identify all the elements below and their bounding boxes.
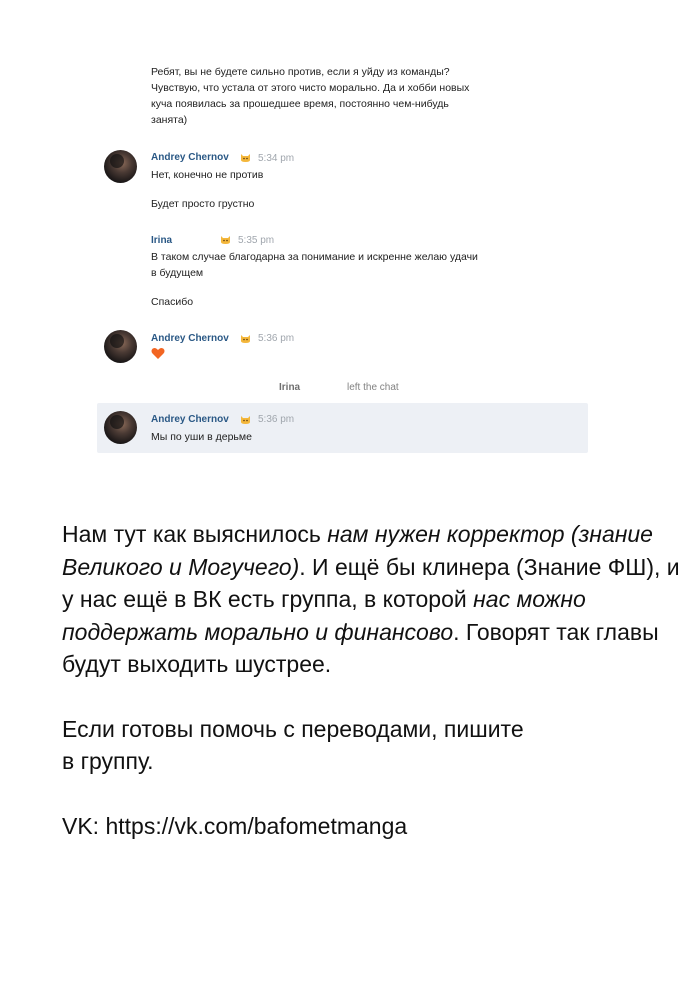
service-action: left the chat [347,382,399,393]
service-author[interactable]: Irina [279,382,300,393]
message-line: Ребят, вы не будете сильно против, если … [151,66,450,78]
cat-icon [240,334,251,344]
message-time: 5:34 pm [258,153,295,164]
avatar[interactable] [104,150,137,183]
chat-screenshot: Ребят, вы не будете сильно против, если … [0,0,700,460]
notice-text: Нам тут как выяснилось нам нужен коррект… [62,518,682,842]
author-name[interactable]: Andrey Chernov [151,333,229,344]
author-name[interactable]: Andrey Chernov [151,152,229,163]
highlighted-message[interactable] [97,403,588,453]
message-time: 5:36 pm [258,414,295,425]
notice-paragraph-2: Если готовы помочь с переводами, пишите … [62,715,524,775]
author-name[interactable]: Irina [151,235,172,246]
notice-paragraph-1: Нам тут как выяснилось нам нужен коррект… [62,518,682,681]
cat-icon [220,235,231,245]
message-line: куча появилась за прошедшее время, посто… [151,98,449,110]
heart-icon [151,347,165,360]
cat-icon [240,415,251,425]
message-time: 5:36 pm [258,333,295,344]
message-line: В таком случае благодарна за понимание и… [151,251,478,263]
message-line: Будет просто грустно [151,198,255,210]
author-name[interactable]: Andrey Chernov [151,414,229,425]
message-line: Мы по уши в дерьме [151,431,252,443]
message-line: в будущем [151,267,204,279]
message-line: Спасибо [151,296,194,308]
avatar[interactable] [104,411,137,444]
vk-link[interactable]: VK: https://vk.com/bafometmanga [62,810,682,843]
message-line: занята) [151,114,188,126]
cat-icon [240,153,251,163]
message-line: Нет, конечно не против [151,169,264,181]
avatar[interactable] [104,330,137,363]
message-line: Чувствую, что устала от этого чисто мора… [151,82,470,94]
notice-text-plain: Нам тут как выяснилось [62,521,328,547]
message-time: 5:35 pm [238,235,275,246]
